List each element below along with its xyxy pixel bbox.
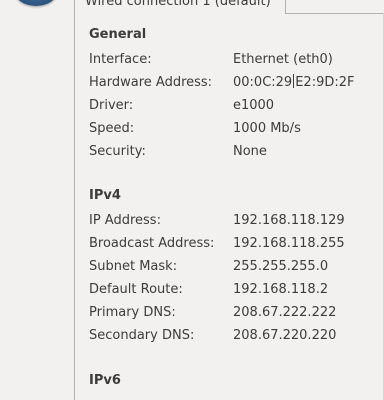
value-primary-dns[interactable]: 208.67.222.222: [233, 304, 336, 322]
connection-information-window: Wired connection 1 (default) General Int…: [0, 0, 384, 400]
section-title-ipv4: IPv4: [89, 188, 121, 203]
row-hardware-address: Hardware Address: 00:0C:29 E2:9D:2F: [89, 74, 379, 92]
tab-wired-connection-1[interactable]: Wired connection 1 (default): [74, 0, 286, 14]
value-driver[interactable]: e1000: [233, 97, 274, 115]
row-subnet-mask: Subnet Mask: 255.255.255.0: [89, 258, 379, 276]
label-hardware-address: Hardware Address:: [89, 75, 213, 90]
value-subnet-mask[interactable]: 255.255.255.0: [233, 258, 328, 276]
row-interface: Interface: Ethernet (eth0): [89, 51, 379, 69]
row-security: Security: None: [89, 143, 379, 161]
hardware-address-part-1: 00:0C:29: [233, 75, 293, 90]
value-broadcast-address[interactable]: 192.168.118.255: [233, 235, 345, 253]
label-subnet-mask: Subnet Mask:: [89, 259, 178, 274]
network-app-icon: [14, 0, 58, 6]
value-security[interactable]: None: [233, 143, 267, 161]
label-interface: Interface:: [89, 52, 152, 67]
value-hardware-address[interactable]: 00:0C:29 E2:9D:2F: [233, 74, 354, 92]
tab-label: Wired connection 1 (default): [85, 0, 271, 9]
label-speed: Speed:: [89, 121, 135, 136]
hardware-address-part-2: E2:9D:2F: [295, 75, 355, 90]
row-primary-dns: Primary DNS: 208.67.222.222: [89, 304, 379, 322]
section-title-general: General: [89, 27, 147, 42]
value-default-route[interactable]: 192.168.118.2: [233, 281, 328, 299]
value-secondary-dns[interactable]: 208.67.220.220: [233, 327, 336, 345]
value-speed[interactable]: 1000 Mb/s: [233, 120, 301, 138]
label-default-route: Default Route:: [89, 282, 183, 297]
label-primary-dns: Primary DNS:: [89, 305, 176, 320]
value-ip-address[interactable]: 192.168.118.129: [233, 212, 345, 230]
label-security: Security:: [89, 144, 146, 159]
row-default-route: Default Route: 192.168.118.2: [89, 281, 379, 299]
label-secondary-dns: Secondary DNS:: [89, 328, 195, 343]
row-broadcast-address: Broadcast Address: 192.168.118.255: [89, 235, 379, 253]
section-title-ipv6: IPv6: [89, 373, 121, 388]
value-interface[interactable]: Ethernet (eth0): [233, 51, 333, 69]
label-broadcast-address: Broadcast Address:: [89, 236, 215, 251]
row-ip-address: IP Address: 192.168.118.129: [89, 212, 379, 230]
row-driver: Driver: e1000: [89, 97, 379, 115]
row-speed: Speed: 1000 Mb/s: [89, 120, 379, 138]
label-ip-address: IP Address:: [89, 213, 161, 228]
label-driver: Driver:: [89, 98, 134, 113]
row-secondary-dns: Secondary DNS: 208.67.220.220: [89, 327, 379, 345]
